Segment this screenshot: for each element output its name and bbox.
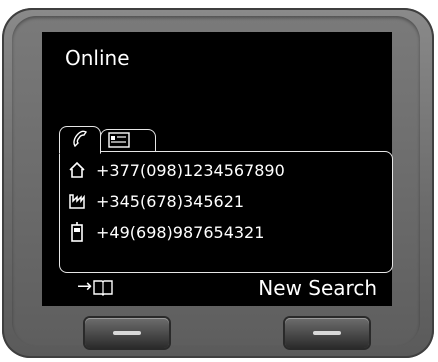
- phone-number: +377(098)1234567890: [96, 160, 285, 180]
- home-icon: [66, 160, 88, 180]
- phone-device: Online +377(098)1234567890 +345(678)3456…: [2, 8, 434, 358]
- softkey-left-phonebook[interactable]: →: [77, 276, 113, 297]
- list-item[interactable]: +49(698)987654321: [66, 217, 264, 247]
- screen-title: Online: [65, 46, 130, 70]
- phone-handset-icon: [73, 130, 88, 148]
- phone-number: +345(678)345621: [96, 191, 245, 211]
- number-list-panel: +377(098)1234567890 +345(678)345621 +49(…: [59, 151, 393, 273]
- mobile-icon: [66, 222, 88, 242]
- tab-contact-details[interactable]: [100, 129, 156, 152]
- contact-card-icon: [108, 132, 130, 148]
- list-item[interactable]: +345(678)345621: [66, 186, 244, 216]
- book-icon: [93, 279, 113, 296]
- softkey-new-search[interactable]: New Search: [258, 276, 377, 300]
- arrow-label: →: [77, 276, 93, 297]
- left-display-key[interactable]: [85, 318, 169, 348]
- list-item[interactable]: +377(098)1234567890: [66, 155, 285, 185]
- right-display-key[interactable]: [285, 318, 369, 348]
- office-icon: [66, 191, 88, 211]
- tab-phone-numbers[interactable]: [59, 126, 101, 154]
- display-screen: Online +377(098)1234567890 +345(678)3456…: [42, 32, 393, 306]
- phone-number: +49(698)987654321: [96, 222, 265, 242]
